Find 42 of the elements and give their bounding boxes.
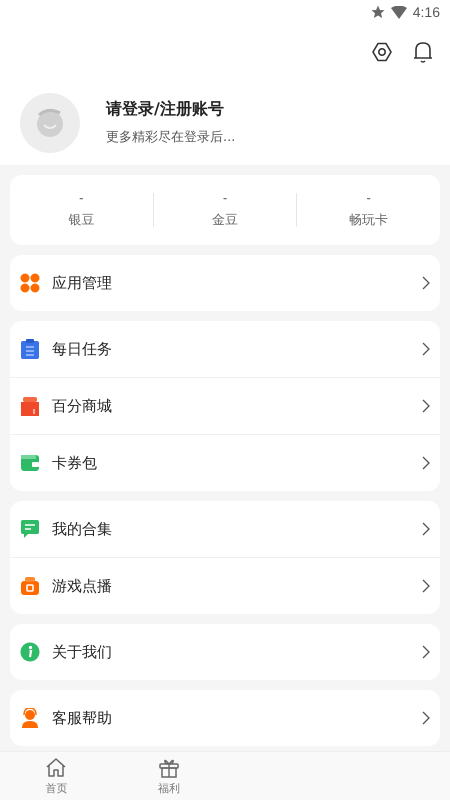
chevron-right-icon (422, 645, 430, 659)
menu-item[interactable]: 客服帮助 (10, 690, 440, 746)
menu-item[interactable]: 游戏点播 (10, 558, 440, 614)
wifi-icon (390, 6, 407, 18)
chat-bubble-icon (20, 519, 40, 539)
login-prompt[interactable]: 请登录/注册账号 (106, 99, 236, 120)
stat-label: 畅玩卡 (349, 212, 388, 229)
status-time: 4:16 (412, 4, 440, 20)
info-icon (20, 642, 40, 662)
headset-person-icon (20, 708, 40, 728)
nav-tab[interactable]: 福利 (112, 752, 225, 800)
chevron-right-icon (422, 342, 430, 356)
menu-item[interactable]: 应用管理 (10, 255, 440, 311)
settings-icon[interactable] (370, 40, 394, 64)
four-dots-icon (20, 273, 40, 293)
menu-item[interactable]: 每日任务 (10, 321, 440, 378)
stat-label: 金豆 (212, 212, 238, 229)
menu-item[interactable]: 关于我们 (10, 624, 440, 680)
clipboard-icon (20, 339, 40, 359)
chevron-right-icon (422, 711, 430, 725)
smiley-icon (34, 106, 66, 138)
stat-value: - (366, 191, 371, 205)
notification-bell-icon[interactable] (412, 40, 434, 64)
wallet-icon (20, 453, 40, 473)
star-icon (370, 5, 385, 19)
gift-icon (20, 396, 40, 416)
chevron-right-icon (422, 456, 430, 470)
chevron-right-icon (422, 399, 430, 413)
profile-subtitle: 更多精彩尽在登录后... (106, 129, 236, 146)
chevron-right-icon (422, 579, 430, 593)
stat-label: 银豆 (68, 212, 94, 229)
gift-icon (158, 756, 180, 778)
menu-item[interactable]: 百分商城 (10, 378, 440, 435)
nav-tab[interactable]: 首页 (0, 752, 112, 800)
stat-value: - (222, 191, 228, 205)
chevron-right-icon (422, 276, 430, 290)
home-icon (45, 756, 68, 778)
camera-bag-icon (20, 576, 40, 596)
chevron-right-icon (422, 522, 430, 536)
stat-value: - (79, 191, 84, 205)
menu-item[interactable]: 卡券包 (10, 435, 440, 491)
menu-item[interactable]: 我的合集 (10, 501, 440, 558)
